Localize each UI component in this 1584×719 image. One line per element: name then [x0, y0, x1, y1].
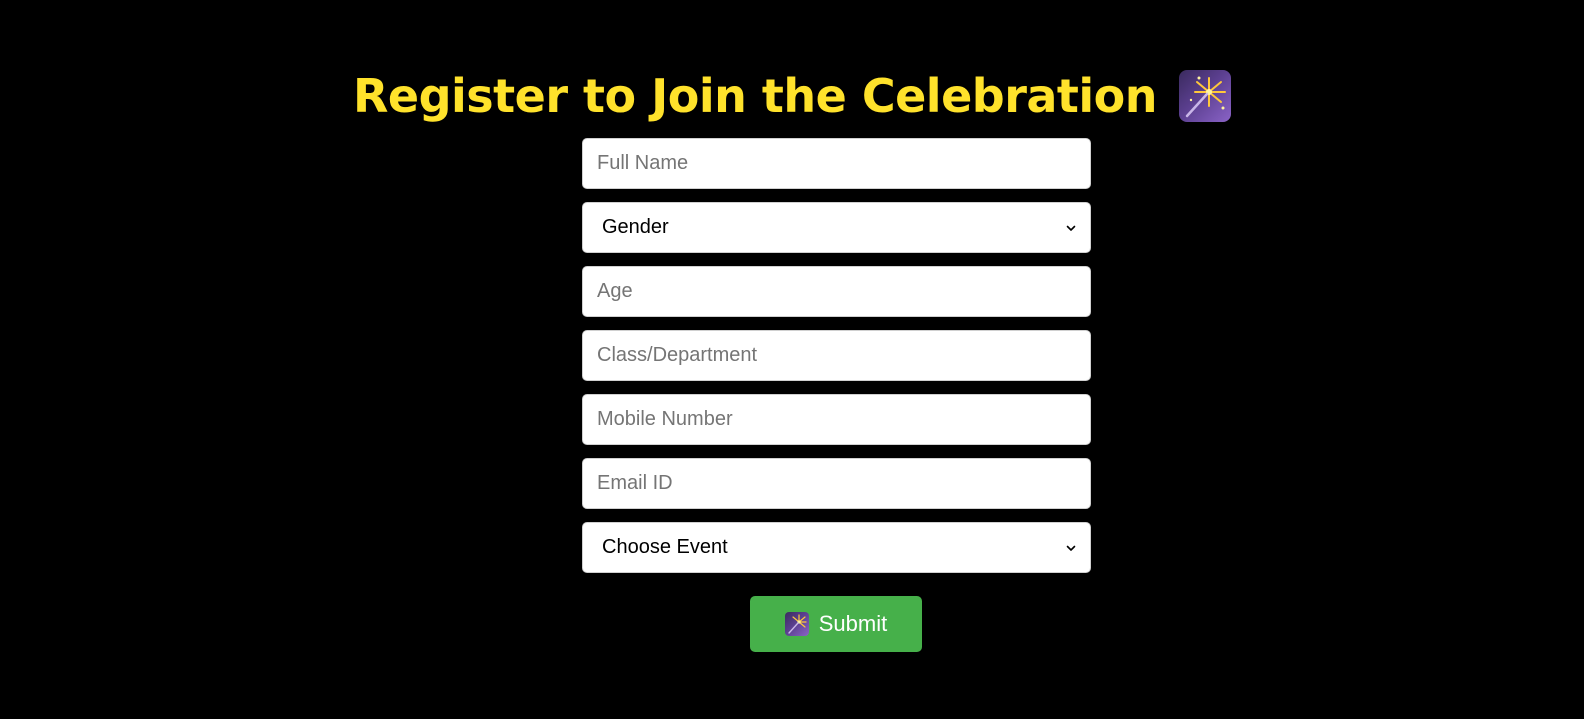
registration-form: Gender Choose Event — [582, 138, 1091, 586]
chevron-down-icon — [1066, 543, 1076, 553]
age-field — [582, 266, 1091, 317]
sparkler-icon — [1179, 69, 1232, 122]
event-select-value: Choose Event — [602, 536, 728, 558]
gender-select-value: Gender — [602, 216, 669, 238]
sparkler-icon — [784, 612, 809, 636]
mobile-number-input[interactable] — [583, 395, 1090, 444]
gender-select[interactable]: Gender — [582, 202, 1091, 253]
email-field — [582, 458, 1091, 509]
class-department-field — [582, 330, 1091, 381]
age-input[interactable] — [583, 267, 1090, 316]
chevron-down-icon — [1066, 223, 1076, 233]
registration-page: Register to Join the Celebration Full Na… — [0, 0, 1584, 719]
mobile-number-field — [582, 394, 1091, 445]
event-select[interactable]: Choose Event — [582, 522, 1091, 573]
class-department-input[interactable] — [583, 331, 1090, 380]
email-input[interactable] — [583, 459, 1090, 508]
submit-button-label: Submit — [818, 611, 888, 636]
full-name-input[interactable] — [583, 139, 1090, 188]
full-name-field — [582, 138, 1091, 189]
page-title-text: Register to Join the Celebration — [352, 68, 1158, 123]
submit-button[interactable]: Submit — [750, 596, 922, 652]
page-title: Register to Join the Celebration — [0, 62, 1584, 126]
